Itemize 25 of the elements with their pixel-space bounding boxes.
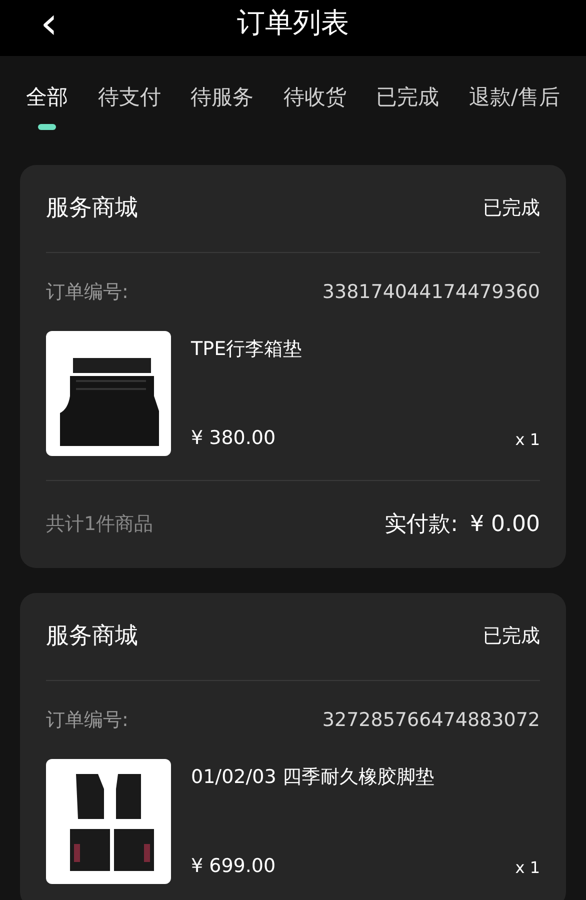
tab[interactable]: 退款/售后	[468, 82, 560, 164]
order-number-label: 订单编号:	[46, 708, 128, 733]
page-title: 订单列表	[237, 5, 349, 41]
order-number: 327285766474883072	[322, 708, 540, 733]
product-name: TPE行李箱垫	[191, 337, 304, 362]
store-name: 服务商城	[46, 194, 138, 224]
tab[interactable]: 已完成	[376, 82, 440, 164]
back-button[interactable]: ‹	[34, 2, 64, 46]
tab[interactable]: 待收货	[283, 82, 346, 164]
paid-label: 实付款:	[384, 511, 458, 539]
product-name: 01/02/03 四季耐久橡胶脚垫	[191, 765, 436, 790]
order-number-label: 订单编号:	[46, 280, 128, 305]
store-name: 服务商城	[46, 622, 138, 652]
product-price: ¥ 699.00	[191, 854, 276, 878]
tab[interactable]: 全部	[26, 82, 68, 164]
paid-amount: ¥ 0.00	[470, 511, 540, 539]
product-quantity: x 1	[515, 857, 540, 879]
item-count: 共计1件商品	[46, 512, 154, 538]
order-status: 已完成	[483, 624, 540, 650]
product-quantity: x 1	[515, 429, 540, 451]
product-price: ¥ 380.00	[191, 426, 276, 450]
order-number: 338174044174479360	[322, 280, 540, 305]
order-status: 已完成	[483, 196, 540, 222]
tab[interactable]: 待支付	[98, 82, 161, 164]
tab[interactable]: 待服务	[190, 82, 254, 164]
